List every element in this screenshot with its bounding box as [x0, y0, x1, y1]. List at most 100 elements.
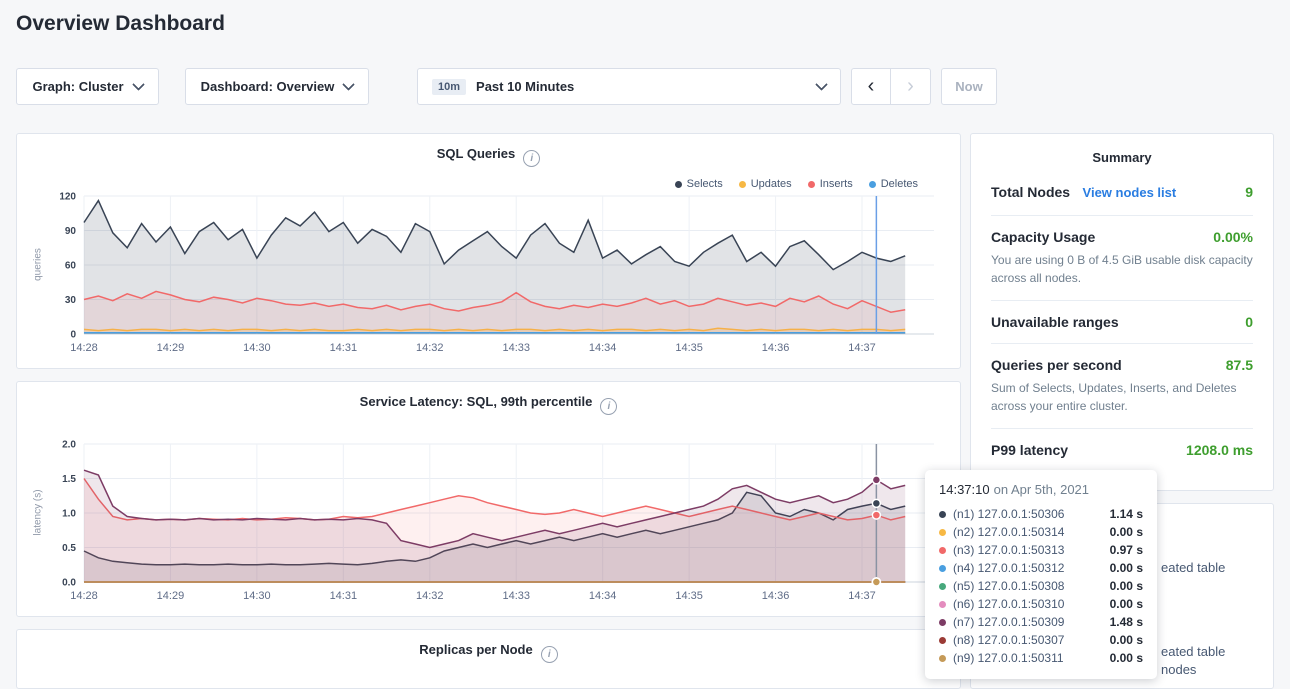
sql-legend: Selects Updates Inserts Deletes — [675, 178, 918, 190]
svg-text:1.5: 1.5 — [62, 474, 76, 485]
svg-text:14:31: 14:31 — [330, 342, 358, 354]
chart-hover-tooltip: 14:37:10on Apr 5th, 2021 (n1) 127.0.0.1:… — [925, 470, 1157, 679]
event-text-fragment: nodes — [1161, 662, 1196, 677]
dashboard-dropdown-label: Dashboard: Overview — [201, 79, 335, 94]
tooltip-row: (n2) 127.0.0.1:50314 0.00 s — [939, 523, 1143, 541]
capacity-usage-row: Capacity Usage 0.00% You are using 0 B o… — [991, 216, 1253, 301]
chevron-left-icon: ‹ — [868, 75, 875, 98]
tooltip-row: (n9) 127.0.0.1:503110.00 s — [939, 649, 1143, 667]
total-nodes-label: Total Nodes — [991, 184, 1070, 200]
svg-text:14:36: 14:36 — [762, 590, 790, 602]
legend-item[interactable]: Updates — [739, 178, 792, 190]
svg-text:14:35: 14:35 — [675, 590, 703, 602]
view-nodes-list-link[interactable]: View nodes list — [1083, 185, 1177, 200]
svg-text:60: 60 — [65, 261, 77, 272]
svg-text:14:36: 14:36 — [762, 342, 790, 354]
now-button-label: Now — [955, 79, 982, 94]
time-range-label: Past 10 Minutes — [476, 79, 574, 94]
prev-time-button[interactable]: ‹ — [851, 68, 891, 105]
sql-queries-panel: SQL Queries Selects Updates Inserts Deletes… — [16, 133, 961, 369]
legend-item[interactable]: Inserts — [808, 178, 853, 190]
service-latency-chart[interactable]: 0.00.51.01.52.014:2814:2914:3014:3114:32… — [27, 438, 947, 610]
svg-text:90: 90 — [65, 226, 77, 237]
tooltip-row: (n5) 127.0.0.1:503080.00 s — [939, 577, 1143, 595]
legend-label: Deletes — [881, 178, 918, 190]
chart-title: Service Latency: SQL, 99th percentile — [17, 394, 960, 415]
node-address-label: (n6) 127.0.0.1:50310 — [953, 597, 1103, 611]
tooltip-row: (n6) 127.0.0.1:50310 0.00 s — [939, 595, 1143, 613]
info-icon[interactable] — [541, 646, 558, 663]
chevron-down-icon — [342, 78, 355, 91]
info-icon[interactable] — [523, 150, 540, 167]
node-color-dot — [939, 547, 946, 554]
node-latency-value: 0.00 s — [1110, 525, 1143, 539]
capacity-usage-label: Capacity Usage — [991, 229, 1095, 245]
legend-item[interactable]: Selects — [675, 178, 723, 190]
node-color-dot — [939, 511, 946, 518]
unavailable-ranges-value: 0 — [1245, 314, 1253, 330]
svg-text:0.5: 0.5 — [62, 543, 76, 554]
node-latency-value: 0.00 s — [1110, 597, 1143, 611]
node-address-label: (n4) 127.0.0.1:50312 — [953, 561, 1103, 575]
svg-text:14:30: 14:30 — [243, 590, 271, 602]
node-address-label: (n8) 127.0.0.1:50307 — [953, 633, 1103, 647]
node-latency-value: 0.00 s — [1110, 633, 1143, 647]
service-latency-panel: Service Latency: SQL, 99th percentile la… — [16, 381, 961, 617]
svg-text:14:30: 14:30 — [243, 342, 271, 354]
legend-item[interactable]: Deletes — [869, 178, 918, 190]
legend-color-dot — [869, 181, 876, 188]
tooltip-date: on Apr 5th, 2021 — [994, 482, 1089, 497]
node-address-label: (n2) 127.0.0.1:50314 — [953, 525, 1103, 539]
legend-color-dot — [808, 181, 815, 188]
event-text-fragment: eated table — [1161, 644, 1225, 659]
tooltip-rows: (n1) 127.0.0.1:503061.14 s(n2) 127.0.0.1… — [939, 505, 1143, 667]
node-latency-value: 0.00 s — [1110, 561, 1143, 575]
queries-per-second-value: 87.5 — [1226, 357, 1253, 373]
svg-text:1.0: 1.0 — [62, 509, 76, 520]
svg-text:14:37: 14:37 — [848, 590, 876, 602]
node-color-dot — [939, 583, 946, 590]
svg-text:120: 120 — [59, 192, 76, 203]
p99-latency-value: 1208.0 ms — [1186, 442, 1253, 458]
info-icon[interactable] — [600, 398, 617, 415]
svg-text:14:28: 14:28 — [70, 590, 98, 602]
time-range-selector[interactable]: 10m Past 10 Minutes — [417, 68, 841, 105]
capacity-usage-value: 0.00% — [1213, 229, 1253, 245]
sql-queries-title: SQL Queries — [437, 146, 516, 161]
summary-panel: Summary Total Nodes View nodes list 9 Ca… — [970, 133, 1274, 491]
graph-dropdown[interactable]: Graph: Cluster — [16, 68, 159, 105]
svg-text:14:34: 14:34 — [589, 590, 617, 602]
svg-text:14:34: 14:34 — [589, 342, 617, 354]
node-address-label: (n3) 127.0.0.1:50313 — [953, 543, 1103, 557]
page-title: Overview Dashboard — [16, 12, 225, 36]
replicas-per-node-panel: Replicas per Node — [16, 629, 961, 689]
legend-color-dot — [675, 181, 682, 188]
node-address-label: (n7) 127.0.0.1:50309 — [953, 615, 1103, 629]
svg-text:0.0: 0.0 — [62, 578, 76, 589]
node-latency-value: 0.97 s — [1110, 543, 1143, 557]
event-text-fragment: eated table — [1161, 560, 1225, 575]
tooltip-row: (n1) 127.0.0.1:503061.14 s — [939, 505, 1143, 523]
now-button: Now — [941, 68, 997, 105]
p99-latency-label: P99 latency — [991, 442, 1068, 458]
svg-text:14:29: 14:29 — [157, 342, 185, 354]
queries-per-second-label: Queries per second — [991, 357, 1122, 373]
queries-per-second-description: Sum of Selects, Updates, Inserts, and De… — [991, 379, 1253, 415]
tooltip-row: (n3) 127.0.0.1:50313 0.97 s — [939, 541, 1143, 559]
svg-text:14:33: 14:33 — [502, 590, 530, 602]
time-range-badge: 10m — [432, 79, 466, 95]
tooltip-header: 14:37:10on Apr 5th, 2021 — [939, 482, 1143, 497]
svg-text:2.0: 2.0 — [62, 440, 76, 451]
chevron-down-icon — [132, 78, 145, 91]
chevron-right-icon: › — [907, 75, 914, 98]
node-color-dot — [939, 529, 946, 536]
svg-text:14:32: 14:32 — [416, 342, 444, 354]
legend-label: Updates — [751, 178, 792, 190]
node-address-label: (n1) 127.0.0.1:50306 — [953, 507, 1103, 521]
svg-text:14:28: 14:28 — [70, 342, 98, 354]
sql-queries-chart[interactable]: 030609012014:2814:2914:3014:3114:3214:33… — [27, 190, 947, 362]
total-nodes-value: 9 — [1245, 184, 1253, 200]
dashboard-dropdown[interactable]: Dashboard: Overview — [185, 68, 369, 105]
chevron-down-icon — [815, 78, 828, 91]
legend-label: Selects — [687, 178, 723, 190]
